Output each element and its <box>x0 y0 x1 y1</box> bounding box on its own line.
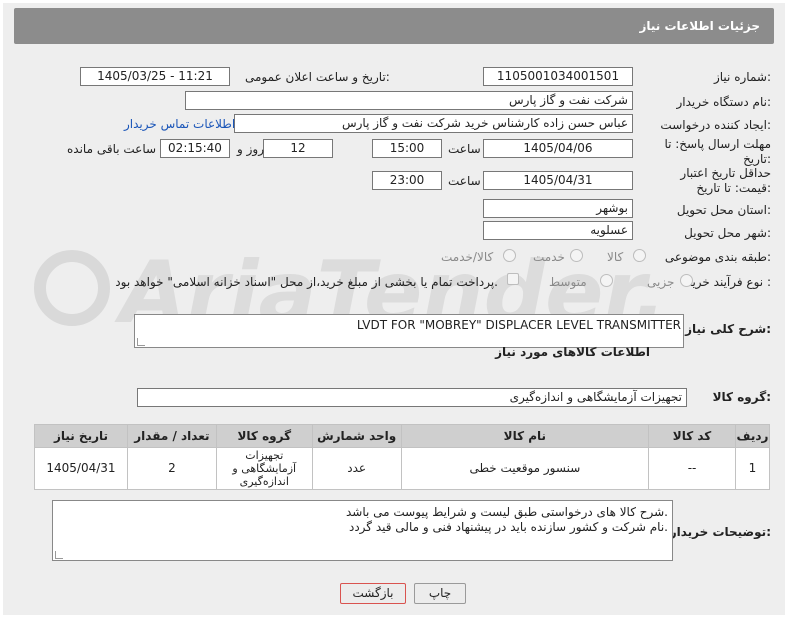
cell-quantity: 2 <box>126 447 217 490</box>
creator-label: ایجاد کننده درخواست: <box>660 118 771 132</box>
panel-header: جزئیات اطلاعات نیاز <box>14 8 774 44</box>
buyer-notes-label: توضیحات خریدار: <box>669 525 771 539</box>
announce-label: تاریخ و ساعت اعلان عمومی: <box>245 70 390 84</box>
cell-row: 1 <box>734 447 771 490</box>
announce-field[interactable]: 1405/03/25 - 11:21 <box>80 67 230 86</box>
col-unit: واحد شمارش <box>311 424 402 448</box>
col-code: کد کالا <box>648 424 736 448</box>
category-option-goods-service: کالا/خدمت <box>441 250 494 264</box>
buyer-notes-text: شرح کالا های درخواستی طبق لیست و شرایط پ… <box>346 505 668 535</box>
treasury-checkbox[interactable] <box>507 273 519 285</box>
validity-time-field[interactable]: 23:00 <box>372 171 442 190</box>
category-radio-goods[interactable] <box>633 249 646 262</box>
days-field[interactable]: 12 <box>263 139 333 158</box>
col-quantity: تعداد / مقدار <box>126 424 217 448</box>
process-option-medium: متوسط <box>549 275 587 289</box>
table-row: 1405/04/31 2 تجهیزات آزمایشگاهی و اندازه… <box>34 447 771 490</box>
print-button[interactable]: چاپ <box>414 583 466 604</box>
resize-handle-icon[interactable] <box>55 551 63 559</box>
city-field[interactable]: عسلویه <box>483 221 633 240</box>
treasury-note: پرداخت تمام یا بخشی از مبلغ خرید،از محل … <box>115 275 498 289</box>
process-label: نوع فرآیند خرید : <box>686 275 771 289</box>
process-radio-minor[interactable] <box>680 274 693 287</box>
buyer-notes-textarea[interactable]: شرح کالا های درخواستی طبق لیست و شرایط پ… <box>52 500 673 561</box>
panel-title: جزئیات اطلاعات نیاز <box>639 19 760 33</box>
deadline-date-field[interactable]: 1405/04/06 <box>483 139 633 158</box>
deadline-time-label: ساعت <box>448 142 481 156</box>
col-row: ردیف <box>734 424 771 448</box>
cell-code: -- <box>648 447 736 490</box>
buyer-notes-line-2: نام شرکت و کشور سازنده باید در پیشنهاد ف… <box>348 520 668 534</box>
cell-group: تجهیزات آزمایشگاهی و اندازه‌گیری <box>215 447 313 490</box>
description-text: LVDT FOR "MOBREY" DISPLACER LEVEL TRANSM… <box>356 318 681 332</box>
creator-field[interactable]: عباس حسن زاده کارشناس خرید شرکت نفت و گا… <box>234 114 633 133</box>
goods-group-field[interactable]: تجهیزات آزمایشگاهی و اندازه‌گیری <box>137 388 687 407</box>
table-header-row: تاریخ نیاز تعداد / مقدار گروه کالا واحد … <box>34 424 771 448</box>
description-label: شرح کلی نیاز: <box>685 322 771 336</box>
remaining-label: ساعت باقی مانده <box>67 142 157 156</box>
validity-label: حداقل تاریخ اعتبار قیمت: تا تاریخ: <box>680 166 771 195</box>
resize-handle-icon[interactable] <box>137 338 145 346</box>
buyer-org-field[interactable]: شرکت نفت و گاز پارس <box>185 91 633 110</box>
validity-date-field[interactable]: 1405/04/31 <box>483 171 633 190</box>
process-radio-medium[interactable] <box>600 274 613 287</box>
remaining-time-field[interactable]: 02:15:40 <box>160 139 230 158</box>
back-button[interactable]: بازگشت <box>340 583 406 604</box>
city-label: شهر محل تحویل: <box>684 226 771 240</box>
goods-section-title: اطلاعات کالاهای مورد نیاز <box>495 345 650 359</box>
buyer-org-label: نام دستگاه خریدار: <box>676 95 772 109</box>
category-radio-goods-service[interactable] <box>503 249 516 262</box>
deadline-label: مهلت ارسال پاسخ: تا تاریخ: <box>664 137 771 166</box>
contact-info-link[interactable]: اطلاعات تماس خریدار <box>124 117 235 131</box>
goods-group-label: گروه کالا: <box>712 390 771 404</box>
province-field[interactable]: بوشهر <box>483 199 633 218</box>
days-label: روز و <box>237 142 264 156</box>
category-radio-service[interactable] <box>570 249 583 262</box>
cell-unit: عدد <box>311 447 402 490</box>
category-option-goods: کالا <box>607 250 624 264</box>
description-textarea[interactable]: LVDT FOR "MOBREY" DISPLACER LEVEL TRANSM… <box>134 314 684 348</box>
need-number-label: شماره نیاز: <box>713 70 771 84</box>
items-table: تاریخ نیاز تعداد / مقدار گروه کالا واحد … <box>34 424 771 490</box>
category-label: طبقه بندی موضوعی: <box>664 250 771 264</box>
category-option-service: خدمت <box>533 250 565 264</box>
col-need-date: تاریخ نیاز <box>34 424 128 448</box>
province-label: استان محل تحویل: <box>676 203 771 217</box>
process-option-minor: جزیی <box>647 275 675 289</box>
deadline-time-field[interactable]: 15:00 <box>372 139 442 158</box>
buyer-notes-line-1: شرح کالا های درخواستی طبق لیست و شرایط پ… <box>345 505 668 519</box>
need-number-field[interactable]: 1105001034001501 <box>483 67 633 86</box>
cell-name: سنسور موقعیت خطی <box>400 447 650 490</box>
cell-need-date: 1405/04/31 <box>34 447 128 490</box>
col-group: گروه کالا <box>215 424 313 448</box>
validity-time-label: ساعت <box>448 174 481 188</box>
col-name: نام کالا <box>400 424 650 448</box>
